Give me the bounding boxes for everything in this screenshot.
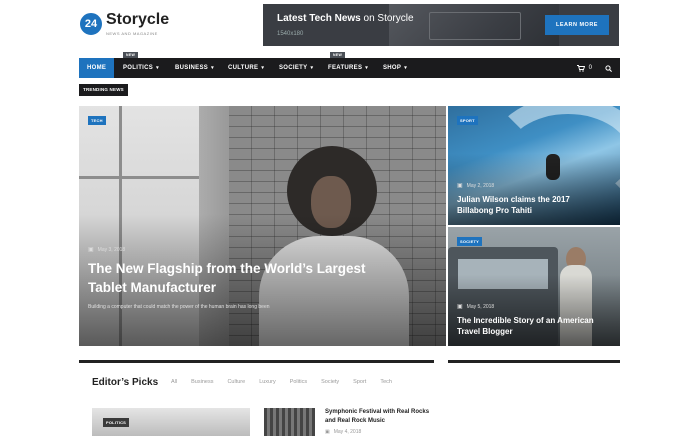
logo-badge: 24 [80, 13, 102, 35]
logo-tagline: NEWS AND MAGAZINE [106, 31, 158, 36]
banner-headline-bold: Latest Tech News [277, 13, 361, 24]
trending-news-label[interactable]: TRENDING NEWS [79, 84, 128, 96]
search-icon [605, 64, 612, 72]
chevron-down-icon: ▾ [261, 65, 265, 71]
cart-button[interactable]: 0 [576, 58, 592, 78]
nav-item-label: SOCIETY [279, 65, 308, 71]
side-date-text: May 5, 2018 [466, 303, 495, 310]
nav-item-shop[interactable]: SHOP ▾ [383, 58, 407, 78]
editors-picks-title: Editor’s Picks [92, 377, 159, 388]
chevron-down-icon: ▾ [310, 65, 314, 71]
tab-society[interactable]: Society [321, 379, 339, 385]
sidebar-widget [448, 360, 620, 436]
section-divider [79, 360, 434, 363]
nav-item-home[interactable]: HOME [79, 58, 115, 78]
nav-item-label: SHOP [383, 65, 402, 71]
banner-dimensions: 1540х180 [277, 31, 304, 37]
tab-tech[interactable]: Tech [380, 379, 392, 385]
pick-article-image[interactable]: POLITICS [92, 408, 250, 436]
banner-headline-light: on Storycle [360, 13, 414, 24]
chevron-down-icon: ▾ [404, 65, 408, 71]
search-button[interactable] [605, 58, 612, 78]
chevron-down-icon: ▾ [156, 65, 159, 71]
chevron-down-icon: ▾ [365, 65, 369, 71]
category-badge-sport[interactable]: SPORT [457, 116, 478, 125]
logo-title: Storycle [106, 11, 170, 28]
tab-luxury[interactable]: Luxury [259, 379, 276, 385]
nav-item-culture[interactable]: CULTURE ▾ [228, 58, 264, 78]
tab-politics[interactable]: Politics [290, 379, 307, 385]
learn-more-button[interactable]: LEARN MORE [545, 15, 609, 35]
hero-date-text: May 3, 2018 [97, 246, 126, 253]
side-title[interactable]: Julian Wilson claims the 2017 Billabong … [457, 194, 607, 216]
category-badge-politics[interactable]: POLITICS [103, 418, 130, 427]
calendar-icon: ▣ [457, 183, 463, 189]
calendar-icon: ▣ [325, 429, 330, 435]
cart-icon [576, 64, 585, 72]
side-date-text: May 2, 2018 [466, 182, 495, 189]
side-date: ▣ May 2, 2018 [457, 182, 495, 190]
cart-count: 0 [588, 65, 592, 71]
picks-filter-tabs: All Business Culture Luxury Politics Soc… [171, 379, 392, 385]
tab-all[interactable]: All [171, 379, 177, 385]
side-article-society[interactable]: SOCIETY ▣ May 5, 2018 The Incredible Sto… [448, 227, 620, 346]
nav-item-features[interactable]: NEW FEATURES ▾ [328, 52, 369, 78]
nav-item-label: POLITICS [123, 65, 154, 71]
category-badge-tech[interactable]: TECH [88, 116, 106, 125]
site-logo[interactable]: 24 Storycle NEWS AND MAGAZINE [80, 12, 169, 36]
category-badge-society[interactable]: SOCIETY [457, 237, 482, 246]
nav-item-politics[interactable]: NEW POLITICS ▾ [123, 52, 159, 78]
nav-item-label: FEATURES [328, 65, 363, 71]
nav-item-society[interactable]: SOCIETY ▾ [279, 58, 313, 78]
pick-headline[interactable]: Symphonic Festival with Real Rocks and R… [325, 408, 435, 426]
nav-item-business[interactable]: BUSINESS ▾ [175, 58, 214, 78]
side-article-sport[interactable]: SPORT ▣ May 2, 2018 Julian Wilson claims… [448, 106, 620, 225]
nav-item-label: HOME [87, 65, 107, 71]
tab-sport[interactable]: Sport [353, 379, 366, 385]
new-badge: NEW [123, 52, 139, 58]
hero-date: ▣ May 3, 2018 [88, 246, 126, 254]
hero-article[interactable]: TECH ▣ May 3, 2018 The New Flagship from… [79, 106, 446, 346]
main-nav: HOME NEW POLITICS ▾ BUSINESS ▾ CULTURE ▾… [79, 52, 620, 78]
chevron-down-icon: ▾ [211, 65, 214, 71]
calendar-icon: ▣ [457, 304, 463, 310]
nav-item-label: BUSINESS [175, 65, 209, 71]
tab-business[interactable]: Business [191, 379, 213, 385]
side-date: ▣ May 5, 2018 [457, 303, 495, 311]
nav-item-label: CULTURE [228, 65, 259, 71]
banner-headline: Latest Tech News on Storycle [277, 13, 414, 24]
new-badge: NEW [330, 52, 346, 58]
pick-date: ▣ May 4, 2018 [325, 429, 361, 435]
hero-excerpt: Building a computer that could match the… [88, 304, 270, 310]
laptop-image [389, 4, 559, 46]
pick-thumbnail[interactable] [264, 408, 315, 436]
tab-culture[interactable]: Culture [227, 379, 245, 385]
ad-banner[interactable]: Latest Tech News on Storycle 1540х180 LE… [263, 4, 619, 46]
calendar-icon: ▣ [88, 247, 94, 253]
side-title[interactable]: The Incredible Story of an American Trav… [457, 315, 607, 337]
hero-title[interactable]: The New Flagship from the World’s Larges… [88, 259, 388, 297]
pick-date-text: May 4, 2018 [333, 429, 362, 435]
